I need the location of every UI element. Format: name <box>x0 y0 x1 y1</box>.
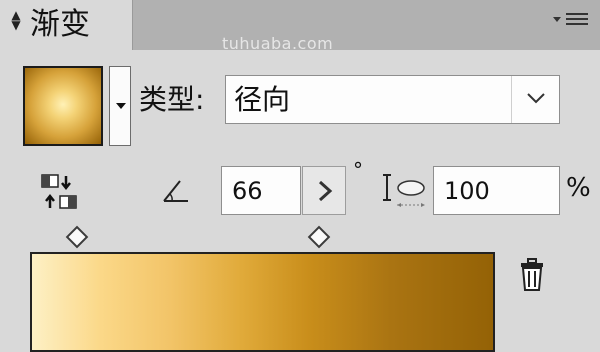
chevron-right-icon <box>315 179 335 203</box>
gradient-preview-swatch[interactable] <box>23 66 103 146</box>
aspect-ratio-input[interactable]: 100 <box>433 166 560 215</box>
angle-dropdown-button[interactable] <box>302 166 346 215</box>
delete-stop-icon[interactable] <box>518 258 546 292</box>
aspect-ratio-value: 100 <box>444 177 490 205</box>
swatch-dropdown-button[interactable] <box>109 66 131 146</box>
aspect-ratio-icon <box>381 172 429 210</box>
gradient-midpoint-diamond[interactable] <box>65 225 89 249</box>
angle-value: 66 <box>232 177 263 205</box>
angle-input[interactable]: 66 <box>221 166 301 215</box>
chevron-down-icon[interactable] <box>526 90 546 106</box>
panel-menu-icon[interactable] <box>548 10 593 30</box>
watermark: tuhuaba.com <box>222 34 334 53</box>
collapse-arrows-icon[interactable]: ▲ ▼ <box>9 9 23 40</box>
type-value: 径向 <box>234 83 291 116</box>
degree-unit: ° <box>353 158 363 182</box>
angle-icon <box>160 176 192 206</box>
gradient-midpoint-diamond[interactable] <box>307 225 331 249</box>
dropdown-arrow-icon <box>116 103 126 109</box>
type-select[interactable]: 径向 <box>225 75 560 124</box>
select-divider <box>511 76 512 123</box>
gradient-slider[interactable] <box>30 252 495 352</box>
gradient-tab[interactable]: ▲ ▼ 渐变 <box>0 0 133 50</box>
reverse-gradient-icon[interactable] <box>40 172 80 212</box>
type-label: 类型: <box>139 83 205 116</box>
percent-unit: % <box>566 173 591 203</box>
tab-title: 渐变 <box>30 7 90 42</box>
